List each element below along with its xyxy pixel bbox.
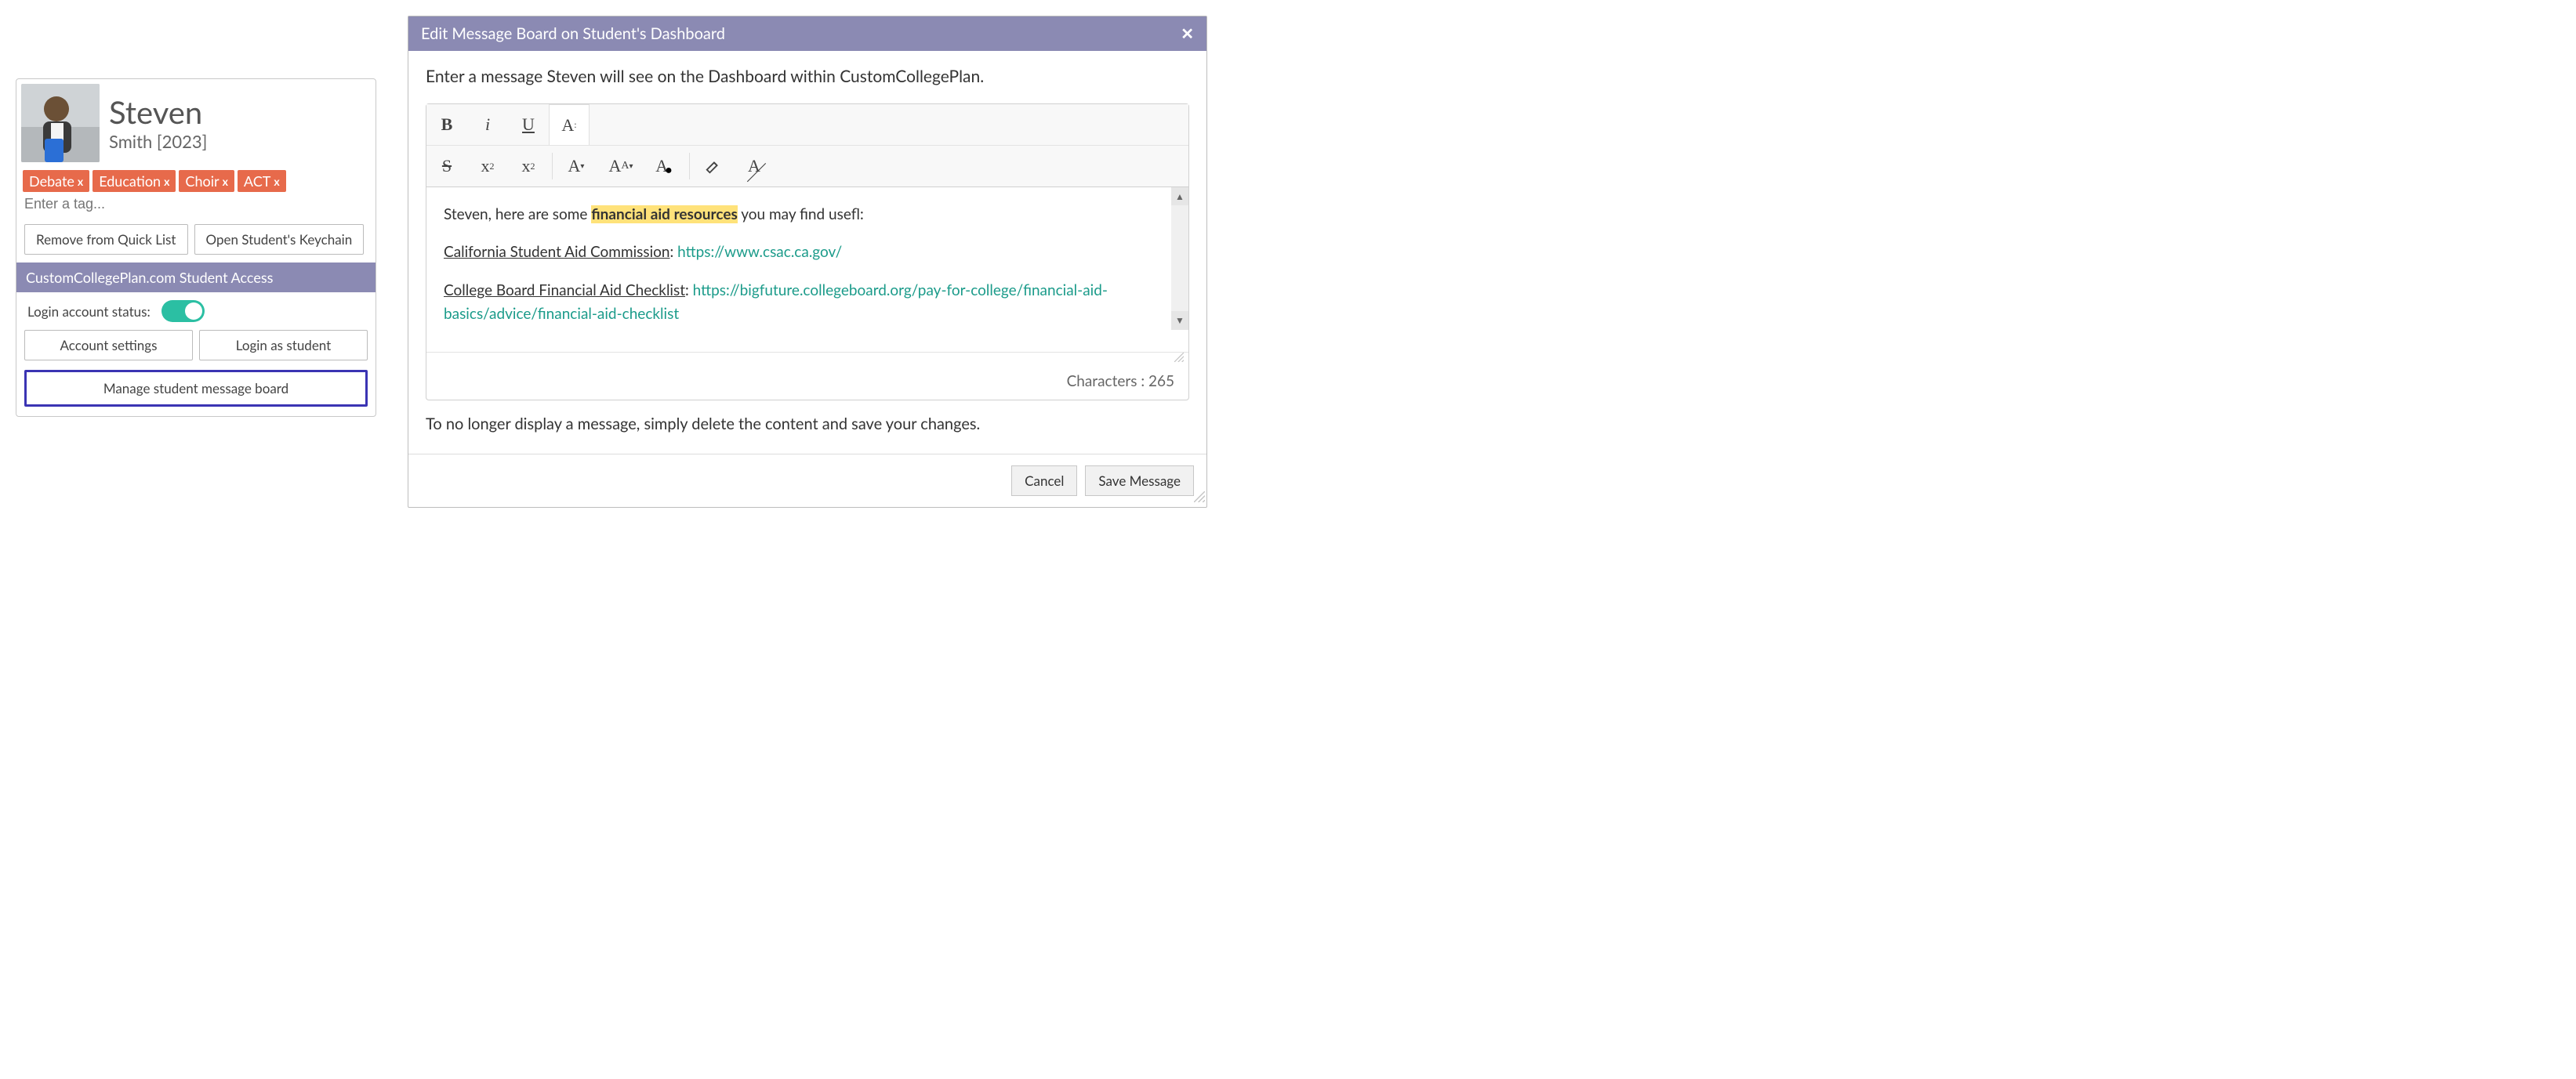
manage-message-board-button[interactable]: Manage student message board bbox=[24, 370, 368, 407]
remove-tag-icon[interactable]: x bbox=[223, 175, 228, 188]
tag-label: Education bbox=[99, 172, 161, 190]
modal-title: Edit Message Board on Student's Dashboar… bbox=[421, 24, 725, 43]
tag-row: Debate x Education x Choir x ACT x bbox=[16, 167, 376, 221]
rich-text-editor: B i U A: S x2 x2 A ▾ AA ▾ A● A／ bbox=[426, 103, 1189, 400]
resource-label: College Board Financial Aid Checklist bbox=[444, 281, 685, 299]
student-name: Steven Smith [2023] bbox=[109, 95, 207, 151]
save-message-button[interactable]: Save Message bbox=[1085, 465, 1194, 496]
strikethrough-button[interactable]: S bbox=[426, 146, 467, 186]
remove-tag-icon[interactable]: x bbox=[164, 175, 169, 188]
highlighted-text: financial aid resources bbox=[591, 205, 738, 223]
scroll-down-icon[interactable]: ▼ bbox=[1171, 311, 1188, 329]
modal-footer: Cancel Save Message bbox=[408, 454, 1206, 507]
remove-tag-icon[interactable]: x bbox=[78, 175, 83, 188]
modal-resize-handle[interactable] bbox=[1194, 491, 1205, 505]
underline-button[interactable]: U bbox=[508, 104, 549, 145]
student-card: Steven Smith [2023] Debate x Education x… bbox=[16, 78, 376, 417]
login-as-student-button[interactable]: Login as student bbox=[199, 330, 368, 360]
close-icon[interactable]: ✕ bbox=[1181, 24, 1194, 43]
tag-label: ACT bbox=[244, 172, 271, 190]
message-text: you may find usefl: bbox=[738, 205, 864, 223]
account-settings-button[interactable]: Account settings bbox=[24, 330, 193, 360]
avatar[interactable] bbox=[21, 84, 100, 162]
tag-input[interactable] bbox=[23, 195, 369, 213]
character-count: Characters : 265 bbox=[426, 363, 1188, 400]
message-text: Steven, here are some bbox=[444, 205, 591, 223]
edit-message-modal: Edit Message Board on Student's Dashboar… bbox=[408, 16, 1207, 508]
tag-label: Debate bbox=[29, 172, 74, 190]
remove-tag-icon[interactable]: x bbox=[274, 175, 279, 188]
student-first-name: Steven bbox=[109, 95, 207, 129]
resource-link[interactable]: https://www.csac.ca.gov/ bbox=[677, 243, 842, 261]
student-last-name: Smith [2023] bbox=[109, 132, 207, 151]
open-keychain-button[interactable]: Open Student's Keychain bbox=[194, 224, 365, 255]
font-size-button[interactable]: AA ▾ bbox=[597, 146, 645, 186]
login-status-row: Login account status: bbox=[16, 292, 376, 327]
toolbar-separator bbox=[552, 153, 553, 179]
student-header: Steven Smith [2023] bbox=[16, 79, 376, 167]
editor-resize-handle[interactable] bbox=[426, 352, 1188, 363]
tag-act[interactable]: ACT x bbox=[238, 170, 286, 192]
modal-instruction: Enter a message Steven will see on the D… bbox=[426, 67, 1189, 86]
tag-choir[interactable]: Choir x bbox=[179, 170, 234, 192]
login-status-label: Login account status: bbox=[27, 303, 151, 320]
login-status-toggle[interactable] bbox=[161, 300, 205, 322]
tag-debate[interactable]: Debate x bbox=[23, 170, 89, 192]
toolbar-row-1: B i U A: bbox=[426, 104, 1188, 146]
resource-label: California Student Aid Commission bbox=[444, 243, 670, 261]
bold-button[interactable]: B bbox=[426, 104, 467, 145]
scroll-up-icon[interactable]: ▲ bbox=[1171, 187, 1188, 205]
helper-text: To no longer display a message, simply d… bbox=[408, 400, 1206, 454]
clear-format-button[interactable]: A／ bbox=[734, 146, 775, 186]
cancel-button[interactable]: Cancel bbox=[1011, 465, 1077, 496]
remove-quicklist-button[interactable]: Remove from Quick List bbox=[24, 224, 188, 255]
modal-title-bar: Edit Message Board on Student's Dashboar… bbox=[408, 16, 1206, 51]
toolbar-separator bbox=[689, 153, 690, 179]
superscript-button[interactable]: x2 bbox=[508, 146, 549, 186]
tag-label: Choir bbox=[185, 172, 219, 190]
font-color-button[interactable]: A● bbox=[645, 146, 686, 186]
subscript-button[interactable]: x2 bbox=[467, 146, 508, 186]
toolbar-row-2: S x2 x2 A ▾ AA ▾ A● A／ bbox=[426, 146, 1188, 187]
font-family-button[interactable]: A ▾ bbox=[556, 146, 597, 186]
student-access-section: CustomCollegePlan.com Student Access bbox=[16, 263, 376, 292]
tag-education[interactable]: Education x bbox=[93, 170, 176, 192]
editor-content[interactable]: Steven, here are some financial aid reso… bbox=[426, 187, 1188, 352]
highlight-button[interactable] bbox=[693, 146, 734, 186]
italic-button[interactable]: i bbox=[467, 104, 508, 145]
editor-scrollbar[interactable]: ▲ ▼ bbox=[1171, 187, 1188, 330]
font-options-button[interactable]: A: bbox=[549, 104, 590, 145]
